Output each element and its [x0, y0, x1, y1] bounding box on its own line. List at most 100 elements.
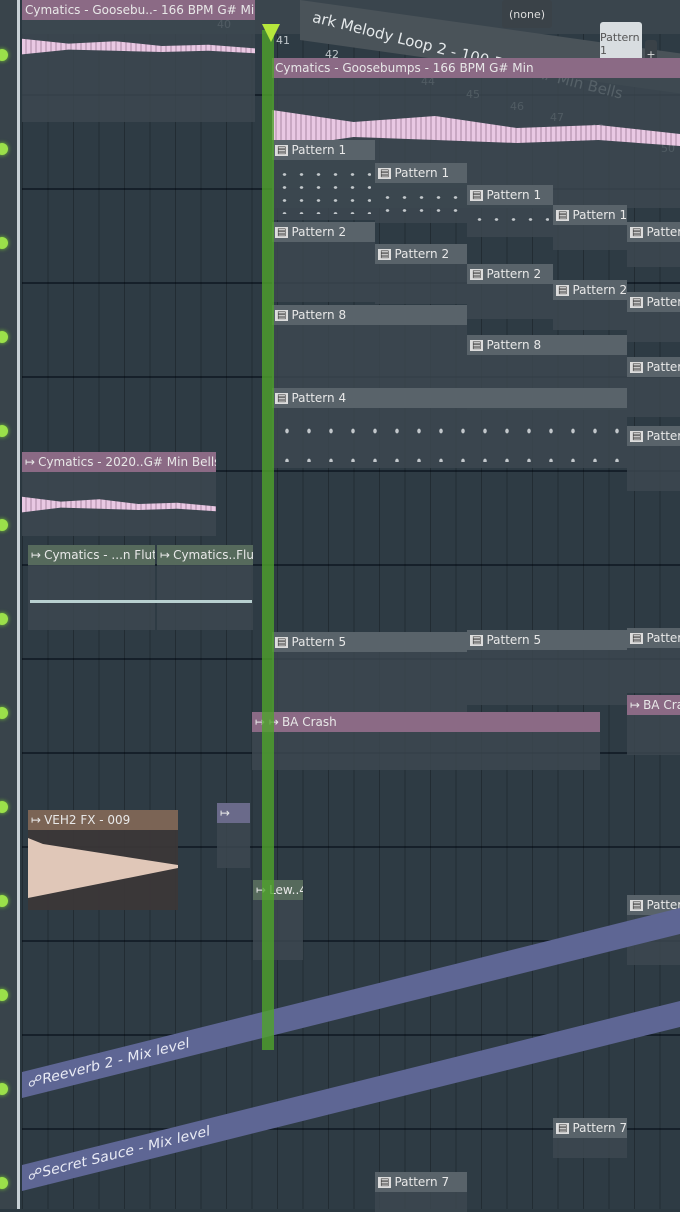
clip-label: Pattern 1 [646, 225, 680, 239]
track-mute-led[interactable] [0, 895, 8, 907]
audio-clip[interactable]: ↦ Cymatics - ...n Flute [28, 545, 155, 630]
track-mute-led[interactable] [0, 1083, 8, 1095]
pattern-icon: ▤ [470, 268, 484, 280]
pattern-clip[interactable]: ▤Pattern 4 [272, 388, 627, 468]
pattern-clip[interactable]: ▤Pattern 2 [467, 264, 553, 319]
notes [276, 416, 623, 462]
pattern-clip[interactable]: ▤ Pattern 7 [375, 1172, 467, 1212]
pattern-clip[interactable]: ▤Pattern 2 [375, 244, 467, 304]
pattern-clip[interactable]: ▤Pattern 8 [627, 357, 680, 417]
clip-label: Pattern 5 [291, 635, 347, 649]
clip-label: Pattern 4 [291, 391, 347, 405]
automation-icon: ☍ [28, 1164, 43, 1185]
pattern-clip[interactable]: ▤Pattern 8 [272, 305, 467, 395]
audio-clip[interactable]: ↦ VEH2 FX - 009 [28, 810, 178, 910]
pattern-icon: ▤ [378, 248, 392, 260]
audio-clip-icon: ↦ [31, 813, 42, 827]
pattern-icon: ▤ [630, 430, 644, 442]
clip-label: Cymatics - Goosebu..- 166 BPM G# Min [22, 0, 255, 20]
pattern-icon: ▤ [556, 209, 570, 221]
pattern-icon: ▤ [470, 339, 484, 351]
clip-label: Pattern 2 [291, 225, 347, 239]
clip-label: Pattern 5 [486, 633, 542, 647]
pattern-clip[interactable]: ▤Pattern 2 [553, 280, 627, 330]
track-mute-led[interactable] [0, 801, 8, 813]
notes [471, 213, 549, 231]
pattern-icon: ▤ [275, 144, 289, 156]
audio-clip[interactable]: ↦ Cymatics - 2020..G# Min Bells [22, 452, 216, 536]
pattern-icon: ▤ [556, 1122, 570, 1134]
pattern-clip[interactable]: ▤ Pattern 7 [553, 1118, 627, 1158]
pattern-icon: ▤ [275, 636, 289, 648]
clip-label: Cymatics - 2020..G# Min Bells [38, 455, 216, 469]
pattern-icon: ▤ [470, 189, 484, 201]
track-mute-led[interactable] [0, 989, 8, 1001]
audio-clip-icon: ↦ [630, 698, 641, 712]
audio-clip-icon: ↦ [160, 548, 171, 562]
audio-clip-icon: ↦ [31, 548, 42, 562]
snap-select[interactable]: (none) [502, 0, 552, 28]
clip-label: BA Crash [643, 698, 680, 712]
audio-clip[interactable]: ↦ ↦BA Crash [252, 712, 600, 770]
automation-icon: ☍ [28, 1071, 43, 1092]
clip-label: Cymatics - Goosebumps - 166 BPM G# Min [272, 58, 680, 78]
clip-label: Pattern 2 [646, 295, 680, 309]
pattern-icon: ▤ [630, 632, 644, 644]
clip-label: BA Crash [281, 715, 337, 729]
track-mute-led[interactable] [0, 237, 8, 249]
pattern-clip[interactable]: ▤Pattern 4 [627, 426, 680, 491]
track-mute-led[interactable] [0, 49, 8, 61]
pattern-icon: ▤ [556, 284, 570, 296]
clip-label: VEH2 FX - 009 [44, 813, 131, 827]
clip-label: Pattern 2 [394, 247, 450, 261]
track-mute-led[interactable] [0, 331, 8, 343]
playhead[interactable] [262, 30, 274, 1050]
track-mute-led[interactable] [0, 613, 8, 625]
pattern-icon: ▤ [630, 899, 644, 911]
clip-label: Pattern 1 [394, 166, 450, 180]
pattern-clip[interactable]: ▤Pattern 1 [627, 222, 680, 267]
clip-label: Pattern 2 [572, 283, 627, 297]
audio-clip[interactable]: ↦BA Crash [627, 695, 680, 755]
waveform [22, 496, 216, 513]
track-mute-led[interactable] [0, 707, 8, 719]
clip-label: Pattern 1 [291, 143, 347, 157]
waveform [22, 38, 255, 55]
pattern-clip[interactable]: ▤Pattern 5 [627, 628, 680, 693]
audio-clip[interactable]: ↦Lew..4) [253, 880, 303, 960]
clip-label: Pattern 7 [572, 1121, 627, 1135]
pattern-icon: ▤ [275, 226, 289, 238]
pattern-clip[interactable]: ▤Pattern 2 [272, 222, 375, 302]
clip-label: Cymatics..Flute [173, 548, 253, 562]
clip-label: Lew..4) [269, 883, 303, 897]
pattern-icon: ▤ [275, 392, 289, 404]
audio-clip[interactable]: ↦Cymatics..Flute [157, 545, 253, 630]
pattern-clip[interactable]: ▤Pattern 2 [627, 292, 680, 342]
playhead-marker-icon[interactable] [262, 24, 280, 42]
track-header-strip [0, 0, 20, 1209]
notes [276, 168, 371, 214]
track-mute-led[interactable] [0, 143, 8, 155]
clip-label: Pattern 7 [394, 1175, 450, 1189]
track-mute-led[interactable] [0, 1177, 8, 1189]
clip-label: Cymatics - ...n Flute [44, 548, 155, 562]
pattern-clip[interactable]: ▤Pattern 1 [272, 140, 375, 220]
audio-clip[interactable]: Cymatics - Goosebu..- 166 BPM G# Min [22, 0, 255, 122]
clip-label: Pattern 8 [291, 308, 347, 322]
audio-clip[interactable]: ↦ [217, 803, 250, 868]
pattern-clip[interactable]: ▤Pattern 1 [553, 205, 627, 250]
clip-label: Pattern 8 [646, 360, 680, 374]
pattern-clip[interactable]: ▤Pattern 5 [272, 632, 467, 712]
track-mute-led[interactable] [0, 425, 8, 437]
audio-clip-icon: ↦ [220, 806, 231, 820]
pattern-icon: ▤ [378, 167, 392, 179]
pattern-icon: ▤ [378, 1176, 392, 1188]
pattern-clip[interactable]: ▤Pattern 1 [467, 185, 553, 237]
clip-label: Pattern 5 [646, 631, 680, 645]
waveform [28, 838, 178, 898]
track-mute-led[interactable] [0, 519, 8, 531]
pattern-icon: ▤ [470, 634, 484, 646]
pattern-clip[interactable]: ▤Pattern 1 [375, 163, 467, 223]
pattern-clip[interactable]: ▤Pattern 5 [467, 630, 627, 705]
notes [379, 191, 463, 217]
